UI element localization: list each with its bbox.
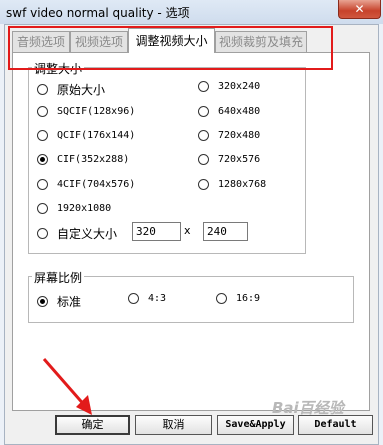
radio-sqcif[interactable]: SQCIF(128x96) [37, 106, 135, 117]
radio-cif[interactable]: CIF(352x288) [37, 154, 129, 165]
annotation-arrow-icon [42, 358, 92, 415]
radio-circle [37, 203, 48, 214]
radio-label: 720x480 [218, 130, 261, 141]
times-sign: x [184, 224, 191, 237]
radio-original-size[interactable]: 原始大小 [37, 81, 105, 98]
radio-circle [198, 179, 209, 190]
radio-circle [128, 293, 139, 304]
radio-ratio-4-3[interactable]: 4:3 [128, 293, 166, 304]
radio-circle [37, 154, 48, 165]
radio-circle [198, 81, 209, 92]
radio-ratio-16-9[interactable]: 16:9 [216, 293, 260, 304]
tab-crop-pad[interactable]: 视频裁剪及填充 [215, 31, 307, 52]
radio-label: 640x480 [218, 106, 261, 117]
radio-4cif[interactable]: 4CIF(704x576) [37, 179, 135, 190]
radio-ratio-standard[interactable]: 标准 [37, 293, 81, 310]
radio-circle [37, 179, 48, 190]
close-icon: ✕ [354, 2, 365, 16]
radio-label: 原始大小 [57, 83, 106, 97]
close-button[interactable]: ✕ [338, 0, 381, 19]
radio-custom-size[interactable]: 自定义大小 [37, 225, 117, 242]
radio-720x576[interactable]: 720x576 [198, 154, 260, 165]
watermark-logo: Bai百经验 [272, 399, 344, 417]
cancel-button[interactable]: 取消 [135, 415, 212, 435]
radio-label: 16:9 [236, 293, 261, 304]
radio-320x240[interactable]: 320x240 [198, 81, 260, 92]
radio-1920x1080[interactable]: 1920x1080 [37, 203, 111, 214]
radio-circle [198, 154, 209, 165]
custom-width-input[interactable]: 320 [132, 222, 181, 241]
save-apply-button[interactable]: Save&Apply [217, 415, 294, 435]
radio-label: 1280x768 [218, 179, 267, 190]
tab-resize-video[interactable]: 调整视频大小 [128, 28, 215, 53]
radio-qcif[interactable]: QCIF(176x144) [37, 130, 135, 141]
radio-1280x768[interactable]: 1280x768 [198, 179, 266, 190]
radio-label: 720x576 [218, 154, 261, 165]
tab-audio-options[interactable]: 音频选项 [12, 31, 70, 52]
radio-circle [37, 106, 48, 117]
default-button[interactable]: Default [298, 415, 373, 435]
radio-label: 1920x1080 [57, 203, 112, 214]
size-group-legend: 调整大小 [32, 60, 85, 77]
radio-720x480[interactable]: 720x480 [198, 130, 260, 141]
radio-label: QCIF(176x144) [57, 130, 136, 141]
radio-circle [37, 228, 48, 239]
radio-circle [216, 293, 227, 304]
radio-circle [37, 130, 48, 141]
ratio-group-legend: 屏幕比例 [32, 269, 85, 286]
title-bar: swf video normal quality - 选项 ✕ [0, 0, 383, 24]
radio-label: 4:3 [148, 293, 167, 304]
radio-label: SQCIF(128x96) [57, 106, 136, 117]
radio-label: 标准 [57, 295, 82, 309]
radio-640x480[interactable]: 640x480 [198, 106, 260, 117]
radio-circle [37, 296, 48, 307]
radio-label: CIF(352x288) [57, 154, 130, 165]
radio-circle [198, 130, 209, 141]
radio-circle [37, 84, 48, 95]
radio-circle [198, 106, 209, 117]
radio-label: 320x240 [218, 81, 261, 92]
radio-label: 4CIF(704x576) [57, 179, 136, 190]
tab-video-options[interactable]: 视频选项 [70, 31, 128, 52]
radio-label: 自定义大小 [57, 227, 118, 241]
custom-height-input[interactable]: 240 [203, 222, 248, 241]
window-title: swf video normal quality - 选项 [6, 6, 190, 20]
ok-button[interactable]: 确定 [55, 415, 130, 435]
